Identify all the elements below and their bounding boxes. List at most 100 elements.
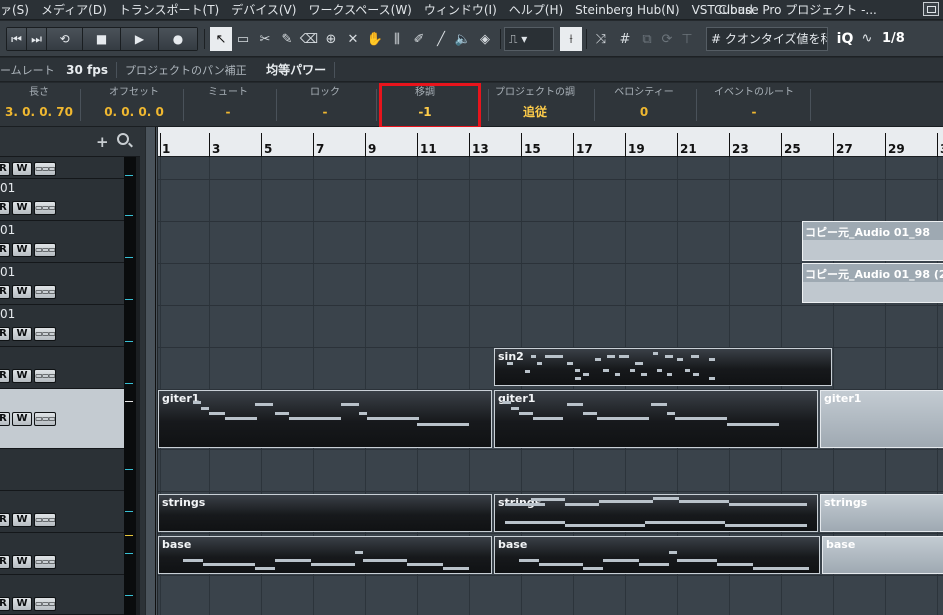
read-automation-button[interactable]: R: [0, 285, 10, 299]
read-automation-button[interactable]: R: [0, 513, 10, 527]
midi-part[interactable]: base: [158, 536, 492, 574]
read-automation-button[interactable]: R: [0, 597, 10, 611]
track-row[interactable]: 01 R W ▭▭▭: [0, 263, 124, 305]
write-automation-button[interactable]: W: [12, 285, 32, 299]
info-lock-value[interactable]: -: [285, 101, 365, 123]
edit-channel-button[interactable]: ▭▭▭: [34, 162, 56, 176]
audio-event[interactable]: コピー元_Audio 01_98: [802, 221, 943, 261]
midi-part[interactable]: strings: [820, 494, 943, 532]
edit-channel-button[interactable]: ▭▭▭: [34, 555, 56, 569]
snap-tool-icon[interactable]: ⟊: [560, 27, 582, 51]
audio-event[interactable]: コピー元_Audio 01_98 (2: [802, 263, 943, 303]
track-row[interactable]: R W ▭▭▭: [0, 491, 124, 533]
pan-law[interactable]: プロジェクトのパン補正 均等パワー: [117, 61, 334, 78]
info-offset[interactable]: オフセット 0. 0. 0. 0: [90, 83, 178, 127]
split-tool-icon[interactable]: ✂: [254, 27, 276, 51]
edit-channel-button[interactable]: ▭▭▭: [34, 327, 56, 341]
range-select-tool-icon[interactable]: ▭: [232, 27, 254, 51]
grid-icon[interactable]: #: [614, 27, 636, 51]
info-lock[interactable]: ロック -: [285, 83, 365, 127]
write-automation-button[interactable]: W: [12, 162, 32, 176]
track-row[interactable]: 01 R W ▭▭▭: [0, 179, 124, 221]
track-row[interactable]: R W ▭▭▭: [0, 575, 124, 615]
midi-part[interactable]: giter1: [158, 390, 492, 448]
info-event-route[interactable]: イベントのルート -: [708, 83, 800, 127]
go-to-end-icon[interactable]: ⏭: [27, 28, 47, 50]
edit-channel-button[interactable]: ▭▭▭: [34, 412, 56, 426]
info-project-key-value[interactable]: 追従: [494, 101, 576, 123]
quantize-value[interactable]: 1/8: [880, 27, 943, 51]
read-automation-button[interactable]: R: [0, 162, 10, 176]
read-automation-button[interactable]: R: [0, 201, 10, 215]
read-automation-button[interactable]: R: [0, 412, 10, 426]
record-icon[interactable]: ●: [159, 28, 197, 50]
track-row[interactable]: R W ▭▭▭: [0, 533, 124, 575]
info-velocity-value[interactable]: 0: [600, 101, 688, 123]
track-row[interactable]: 01 R W ▭▭▭: [0, 305, 124, 347]
iterative-quantize-button[interactable]: iQ: [834, 27, 856, 51]
hand-tool-icon[interactable]: ✋: [364, 27, 386, 51]
menu-devices[interactable]: デバイス(V): [225, 0, 302, 20]
track-row-selected[interactable]: R W ▭▭▭: [0, 389, 124, 449]
project-cursor[interactable]: [155, 127, 156, 615]
edit-channel-button[interactable]: ▭▭▭: [34, 201, 56, 215]
write-automation-button[interactable]: W: [12, 243, 32, 257]
midi-part[interactable]: giter1: [820, 390, 943, 448]
mute-tool-icon[interactable]: ✕: [342, 27, 364, 51]
timeline-ruler[interactable]: 1 3 5 7 9 11 13 15 17 19 21 23 25 27 29 …: [158, 127, 943, 157]
erase-tool-icon[interactable]: ⌫: [298, 27, 320, 51]
zoom-tool-icon[interactable]: ⊕: [320, 27, 342, 51]
info-event-route-value[interactable]: -: [708, 101, 800, 123]
track-row[interactable]: 01 R W ▭▭▭: [0, 221, 124, 263]
event-display[interactable]: コピー元_Audio 01_98 コピー元_Audio 01_98 (2 sin…: [158, 157, 943, 615]
write-automation-button[interactable]: W: [12, 513, 32, 527]
track-row[interactable]: R W ▭▭▭: [0, 347, 124, 389]
midi-part[interactable]: strings: [494, 494, 818, 532]
write-automation-button[interactable]: W: [12, 412, 32, 426]
edit-channel-button[interactable]: ▭▭▭: [34, 285, 56, 299]
write-automation-button[interactable]: W: [12, 201, 32, 215]
midi-part[interactable]: base: [494, 536, 820, 574]
edit-channel-button[interactable]: ▭▭▭: [34, 369, 56, 383]
info-length[interactable]: 長さ 3. 0. 0. 70: [0, 83, 78, 127]
play-icon[interactable]: ▶: [121, 28, 159, 50]
read-automation-button[interactable]: R: [0, 555, 10, 569]
window-restore-icon[interactable]: [923, 2, 939, 16]
frame-rate[interactable]: ームレート 30 fps: [0, 62, 116, 78]
speaker-tool-icon[interactable]: 🔈: [452, 27, 474, 51]
quantize-preset-dropdown[interactable]: # クオンタイズ値を科: [706, 27, 828, 51]
edit-channel-button[interactable]: ▭▭▭: [34, 597, 56, 611]
info-mute[interactable]: ミュート -: [188, 83, 268, 127]
write-automation-button[interactable]: W: [12, 597, 32, 611]
object-select-tool-icon[interactable]: ↖: [210, 27, 232, 51]
edit-channel-button[interactable]: ▭▭▭: [34, 513, 56, 527]
track-list-scrollbar[interactable]: [140, 127, 145, 615]
write-automation-button[interactable]: W: [12, 327, 32, 341]
color-tool-icon[interactable]: ◈: [474, 27, 496, 51]
read-automation-button[interactable]: R: [0, 369, 10, 383]
search-icon[interactable]: [117, 133, 129, 145]
track-row[interactable]: [0, 449, 124, 491]
cycle-icon[interactable]: ⟲: [47, 28, 83, 50]
menu-help[interactable]: ヘルプ(H): [503, 0, 569, 20]
midi-part[interactable]: base: [822, 536, 943, 574]
read-automation-button[interactable]: R: [0, 243, 10, 257]
loop-icon[interactable]: ⟳: [656, 27, 678, 51]
add-track-icon[interactable]: +: [96, 133, 109, 151]
midi-part[interactable]: giter1: [494, 390, 818, 448]
midi-part[interactable]: sin2: [494, 348, 832, 386]
time-warp-tool-icon[interactable]: ⫼: [386, 27, 408, 51]
menu-media[interactable]: メディア(D): [35, 0, 113, 20]
menu-workspaces[interactable]: ワークスペース(W): [302, 0, 417, 20]
nudge-icon[interactable]: ⊤: [676, 27, 698, 51]
menu-transport[interactable]: トランスポート(T): [113, 0, 225, 20]
menu-window[interactable]: ウィンドウ(I): [418, 0, 503, 20]
midi-part[interactable]: strings: [158, 494, 492, 532]
draw-tool-icon[interactable]: ✐: [408, 27, 430, 51]
menu-project[interactable]: ァ(S): [0, 0, 35, 20]
menu-steinberg-hub[interactable]: Steinberg Hub(N): [569, 0, 685, 20]
auto-scroll-dropdown[interactable]: ⎍ ▾: [504, 27, 554, 51]
quantize-wave-icon[interactable]: ∿: [856, 27, 878, 51]
write-automation-button[interactable]: W: [12, 555, 32, 569]
info-velocity[interactable]: ベロシティー 0: [600, 83, 688, 127]
